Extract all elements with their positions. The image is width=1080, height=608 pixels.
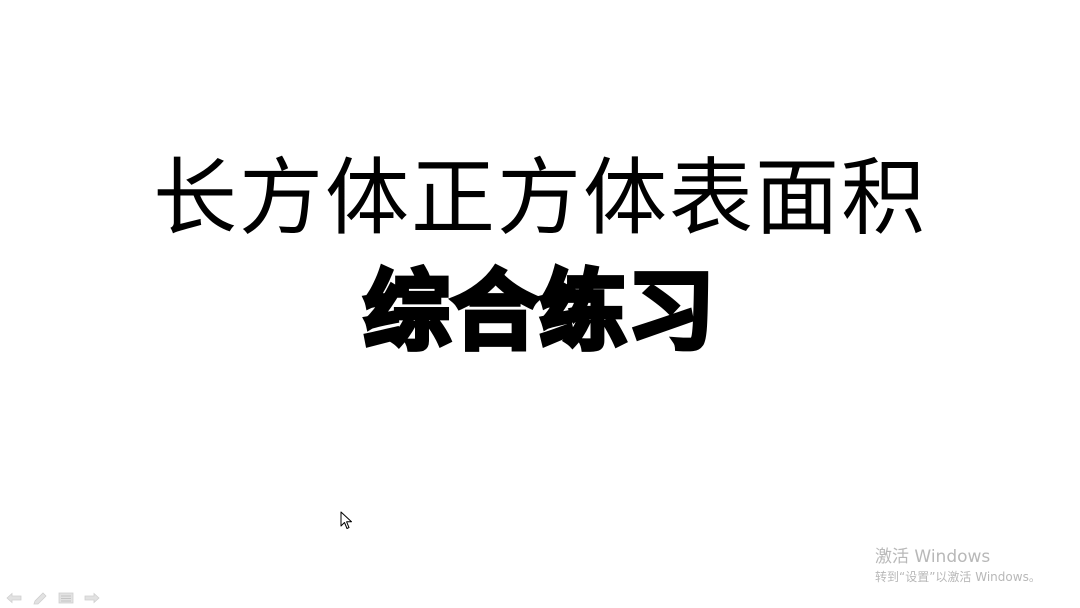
next-slide-button[interactable] xyxy=(84,591,100,605)
activation-subtitle: 转到“设置”以激活 Windows。 xyxy=(875,570,1041,584)
pen-icon xyxy=(33,592,47,605)
slides-menu-button[interactable] xyxy=(58,591,74,605)
slides-menu-icon xyxy=(58,592,74,604)
arrow-left-icon xyxy=(6,592,22,604)
arrow-right-icon xyxy=(84,592,100,604)
slideshow-navigation xyxy=(6,590,100,606)
slide-title: 长方体正方体表面积 xyxy=(152,149,927,247)
presentation-slide: 长方体正方体表面积 综合练习 激活 Windows 转到“设置”以激活 Wind… xyxy=(0,0,1080,608)
slide-subtitle: 综合练习 xyxy=(362,260,717,365)
pen-tool-button[interactable] xyxy=(32,591,48,605)
mouse-pointer-icon xyxy=(340,511,354,531)
windows-activation-watermark: 激活 Windows 转到“设置”以激活 Windows。 xyxy=(875,546,1041,586)
previous-slide-button[interactable] xyxy=(6,591,22,605)
activation-title: 激活 Windows xyxy=(875,547,991,567)
